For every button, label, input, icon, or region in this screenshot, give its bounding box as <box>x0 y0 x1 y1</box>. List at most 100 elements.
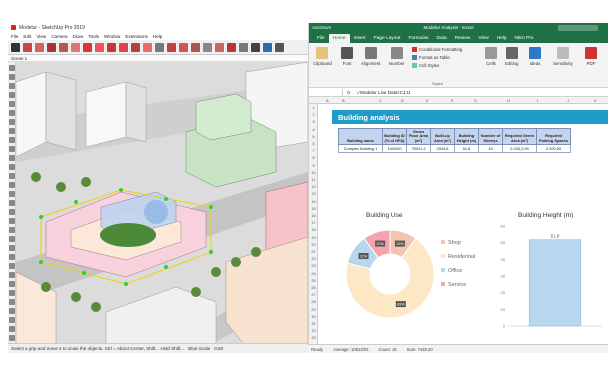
row-header[interactable]: 4 <box>309 128 318 132</box>
row-header[interactable]: 29 <box>309 308 318 312</box>
scale-tool-icon[interactable] <box>119 42 128 52</box>
line-tool-icon[interactable] <box>47 42 56 52</box>
pdf-button[interactable]: PDF <box>585 47 597 66</box>
tab-data[interactable]: Data <box>432 34 450 43</box>
measurements-value[interactable]: 0.50 <box>214 346 223 351</box>
tab-file[interactable]: File <box>313 34 329 43</box>
column-header[interactable]: F <box>451 97 453 104</box>
row-header[interactable]: 20 <box>309 243 318 247</box>
table-header[interactable]: Built-up Area (m²) <box>430 127 455 146</box>
side-section-icon[interactable] <box>9 326 15 332</box>
menu-camera[interactable]: Camera <box>51 34 67 39</box>
column-header[interactable]: B <box>342 97 345 104</box>
table-header[interactable]: Building ID (% of GFA) <box>382 127 407 146</box>
side-circle-icon[interactable] <box>9 128 15 134</box>
menu-extensions[interactable]: Extensions <box>125 34 147 39</box>
row-header[interactable]: 26 <box>309 286 318 290</box>
row-header[interactable]: 28 <box>309 300 318 304</box>
row-header[interactable]: 14 <box>309 200 318 204</box>
tab-formulas[interactable]: Formulas <box>404 34 432 43</box>
side-lookaround-icon[interactable] <box>9 317 15 323</box>
worksheet[interactable]: Building analysis Building name Building… <box>318 104 608 344</box>
table-header[interactable]: Required Parking Spaces <box>536 127 571 146</box>
move-tool-icon[interactable] <box>95 42 104 52</box>
menu-file[interactable]: File <box>11 34 18 39</box>
row-header[interactable]: 17 <box>309 221 318 225</box>
side-pushpull-icon[interactable] <box>9 164 15 170</box>
side-line-icon[interactable] <box>9 101 15 107</box>
side-orbit-icon[interactable] <box>9 263 15 269</box>
building-height-chart[interactable]: 0 10 20 30 40 50 60 51,8 <box>494 222 606 332</box>
side-rectangle-icon[interactable] <box>9 119 15 125</box>
side-walk-icon[interactable] <box>9 308 15 314</box>
row-header[interactable]: 9 <box>309 164 318 168</box>
settings-icon[interactable] <box>275 42 284 52</box>
row-header[interactable]: 15 <box>309 207 318 211</box>
fx-icon[interactable]: fx <box>347 90 351 95</box>
tab-page-layout[interactable]: Page Layout <box>370 34 405 43</box>
row-header[interactable]: 33 <box>309 336 318 340</box>
bar-building-height[interactable] <box>528 239 582 327</box>
menu-window[interactable]: Window <box>104 34 120 39</box>
side-protractor-icon[interactable] <box>9 227 15 233</box>
row-header[interactable]: 24 <box>309 272 318 276</box>
cell-styles-button[interactable]: Cell Styles <box>412 63 439 68</box>
tab-insert[interactable]: Insert <box>350 34 370 43</box>
column-header[interactable]: I <box>537 97 538 104</box>
paint-tool-icon[interactable] <box>35 42 44 52</box>
side-zoom-icon[interactable] <box>9 281 15 287</box>
pushpull-tool-icon[interactable] <box>83 42 92 52</box>
column-header[interactable]: J <box>567 97 569 104</box>
sketchup-3d-viewport[interactable] <box>16 62 308 347</box>
select-tool-icon[interactable] <box>11 42 20 52</box>
row-header[interactable]: 21 <box>309 250 318 254</box>
table-cell[interactable]: 75021,2 <box>406 144 431 154</box>
menu-draw[interactable]: Draw <box>73 34 84 39</box>
format-as-table-button[interactable]: Format as Table <box>412 55 450 60</box>
row-header[interactable]: 18 <box>309 228 318 232</box>
row-header[interactable]: 7 <box>309 149 318 153</box>
row-header[interactable]: 8 <box>309 156 318 160</box>
cells-button[interactable]: Cells <box>485 47 497 66</box>
number-button[interactable]: Number <box>389 47 405 66</box>
side-polygon-icon[interactable] <box>9 137 15 143</box>
table-header[interactable]: Required Green Area (m²) <box>502 127 537 146</box>
side-text-icon[interactable] <box>9 236 15 242</box>
row-header[interactable]: 3 <box>309 120 318 124</box>
tab-nitro-pro[interactable]: Nitro Pro <box>511 34 538 43</box>
row-header[interactable]: 6 <box>309 142 318 146</box>
conditional-formatting-button[interactable]: Conditional Formatting <box>412 47 462 52</box>
row-header[interactable]: 5 <box>309 135 318 139</box>
tape-tool-icon[interactable] <box>143 42 152 52</box>
formula-value[interactable]: ='Modelur Live Data'!C1:I1 <box>357 90 411 95</box>
ideas-button[interactable]: Ideas <box>529 47 541 66</box>
row-header[interactable]: 27 <box>309 293 318 297</box>
row-header[interactable]: 11 <box>309 178 318 182</box>
rotate-tool-icon[interactable] <box>107 42 116 52</box>
column-header[interactable]: G <box>474 97 477 104</box>
side-scale-icon[interactable] <box>9 191 15 197</box>
extension-icon[interactable] <box>227 42 236 52</box>
name-box[interactable] <box>311 88 343 96</box>
style-icon[interactable] <box>251 42 260 52</box>
row-header[interactable]: 23 <box>309 264 318 268</box>
warehouse-icon[interactable] <box>215 42 224 52</box>
menu-help[interactable]: Help <box>153 34 162 39</box>
shape-tool-icon[interactable] <box>71 42 80 52</box>
tab-home[interactable]: Home <box>328 34 350 43</box>
row-header[interactable]: 12 <box>309 185 318 189</box>
side-zoom-window-icon[interactable] <box>9 290 15 296</box>
text-tool-icon[interactable] <box>155 42 164 52</box>
sensitivity-button[interactable]: Sensitivity <box>553 47 573 66</box>
side-3dtext-icon[interactable] <box>9 254 15 260</box>
menu-edit[interactable]: Edit <box>23 34 31 39</box>
row-header[interactable]: 32 <box>309 329 318 333</box>
column-header[interactable]: E <box>426 97 429 104</box>
table-header[interactable]: Building Height (m) <box>454 127 479 146</box>
row-header[interactable]: 1 <box>309 106 318 110</box>
autosave-toggle[interactable]: AutoSave <box>312 25 331 30</box>
row-header[interactable]: 22 <box>309 257 318 261</box>
side-zoom-extents-icon[interactable] <box>9 299 15 305</box>
row-header[interactable]: 16 <box>309 214 318 218</box>
row-header[interactable]: 30 <box>309 315 318 319</box>
